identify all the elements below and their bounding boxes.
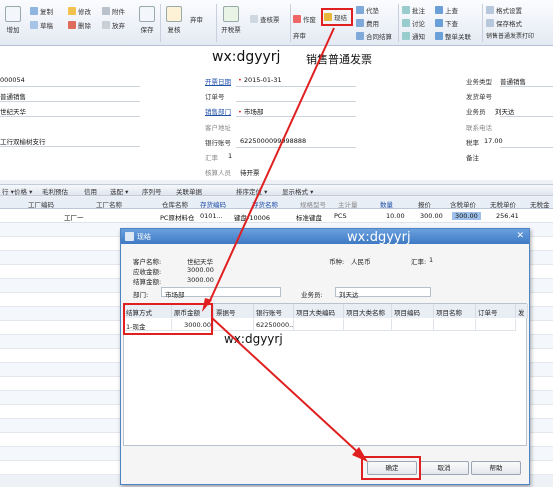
arrow-head-row	[202, 298, 212, 312]
arrow-line-to-ok	[211, 317, 363, 457]
annotation-arrows	[202, 27, 368, 462]
arrow-line-to-row	[207, 27, 335, 306]
